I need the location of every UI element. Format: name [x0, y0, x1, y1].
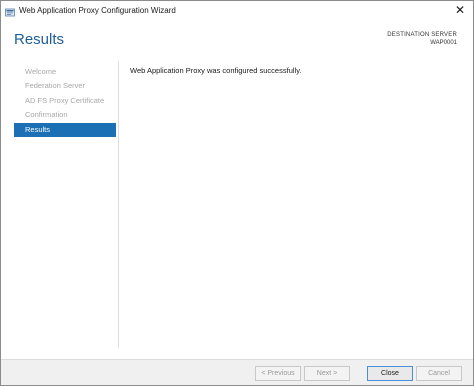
next-button[interactable]: Next >	[304, 366, 350, 381]
server-manager-icon	[5, 5, 15, 17]
page-title: Results	[14, 31, 65, 48]
nav-item-adfs-proxy-certificate[interactable]: AD FS Proxy Certificate	[14, 94, 116, 108]
title-bar[interactable]: Web Application Proxy Configuration Wiza…	[1, 1, 473, 19]
cancel-button[interactable]: Cancel	[416, 366, 462, 381]
close-button[interactable]: Close	[367, 366, 413, 381]
footer-bar: < Previous Next > Close Cancel	[1, 359, 473, 385]
window-title: Web Application Proxy Configuration Wiza…	[19, 5, 176, 15]
nav-item-results[interactable]: Results	[14, 122, 116, 137]
previous-button[interactable]: < Previous	[255, 366, 301, 381]
nav-divider	[118, 61, 119, 348]
destination-server-value: WAP0001	[430, 40, 457, 46]
close-icon[interactable]: ✕	[453, 3, 467, 17]
wizard-steps-nav: Welcome Federation Server AD FS Proxy Ce…	[14, 65, 116, 137]
result-message: Web Application Proxy was configured suc…	[130, 66, 302, 75]
nav-item-welcome[interactable]: Welcome	[14, 65, 116, 79]
wizard-window: Web Application Proxy Configuration Wiza…	[0, 0, 474, 386]
destination-server-label: DESTINATION SERVER	[387, 32, 457, 38]
nav-item-confirmation[interactable]: Confirmation	[14, 108, 116, 122]
nav-item-federation-server[interactable]: Federation Server	[14, 79, 116, 93]
